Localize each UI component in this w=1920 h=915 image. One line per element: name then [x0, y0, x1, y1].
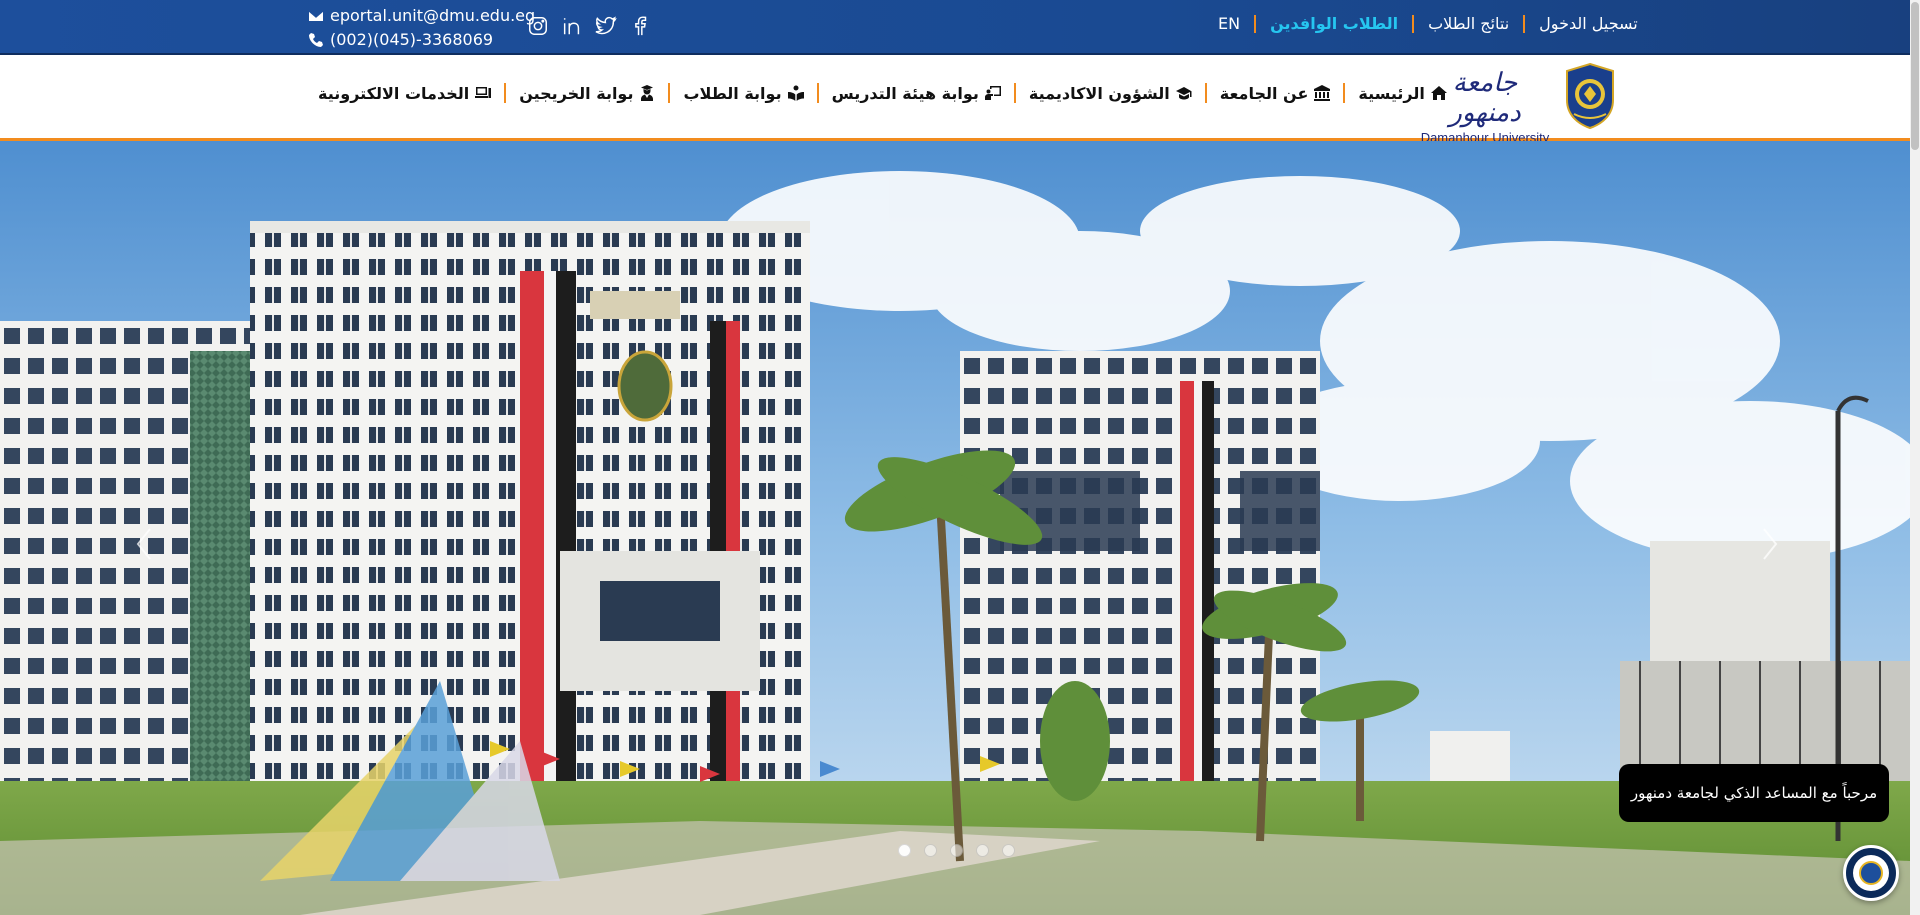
- carousel-dot[interactable]: [1002, 844, 1015, 857]
- chatbot-avatar-icon: [1853, 855, 1889, 891]
- nav-item-faculty-portal[interactable]: بوابة هيئة التدريس: [832, 84, 1001, 103]
- student-results-link[interactable]: نتائج الطلاب: [1428, 14, 1509, 33]
- nav-item-students-portal[interactable]: بوابة الطلاب: [683, 83, 804, 103]
- separator: [1523, 14, 1526, 33]
- separator: [816, 83, 819, 103]
- envelope-icon: [308, 10, 324, 21]
- nav-item-label: بوابة الخريجين: [519, 83, 634, 103]
- carousel-next-button[interactable]: [1750, 519, 1790, 569]
- nav-item-academic-affairs[interactable]: الشؤون الاكاديمية: [1029, 84, 1192, 103]
- page-scrollbar[interactable]: [1910, 0, 1920, 915]
- phone-text: (002)(045)-3368069: [330, 30, 494, 49]
- nav-item-label: بوابة الطلاب: [683, 83, 782, 103]
- separator: [1204, 83, 1207, 103]
- logo-arabic-name: جامعة دمنهور: [1449, 68, 1521, 128]
- laptop-icon: [475, 87, 492, 98]
- nav-item-label: بوابة هيئة التدريس: [831, 83, 979, 103]
- separator: [1254, 14, 1257, 33]
- login-link[interactable]: تسجيل الدخول: [1539, 14, 1638, 33]
- top-bar: eportal.unit@dmu.edu.eg (002)(045)-33680…: [0, 0, 1910, 53]
- nav-item-alumni-portal[interactable]: بوابة الخريجين: [519, 84, 655, 103]
- phone-row[interactable]: (002)(045)-3368069: [308, 28, 535, 52]
- university-icon: [1314, 85, 1331, 101]
- carousel-dot[interactable]: [898, 844, 911, 857]
- phone-icon: [309, 33, 323, 47]
- carousel-dot[interactable]: [976, 844, 989, 857]
- linkedin-icon[interactable]: [560, 13, 584, 39]
- chatbot-greeting[interactable]: مرحباً مع المساعد الذكي لجامعة دمنهور: [1619, 764, 1889, 822]
- language-toggle[interactable]: EN: [1218, 14, 1240, 33]
- nav-item-label: الرئيسية: [1358, 83, 1425, 103]
- scrollbar-thumb[interactable]: [1911, 2, 1919, 150]
- contact-info: eportal.unit@dmu.edu.eg (002)(045)-33680…: [308, 4, 535, 52]
- incoming-students-link[interactable]: الطلاب الوافدين: [1270, 14, 1398, 33]
- carousel-prev-button[interactable]: [124, 519, 164, 569]
- social-links: [526, 13, 652, 39]
- university-seal-icon: [1566, 62, 1614, 130]
- university-logo[interactable]: جامعة دمنهور Damanhour University: [1418, 60, 1618, 145]
- carousel-dot[interactable]: [950, 844, 963, 857]
- nav-item-label: الخدمات الالكترونية: [318, 83, 470, 103]
- user-graduate-icon: [641, 85, 654, 101]
- email-text: eportal.unit@dmu.edu.eg: [330, 6, 536, 25]
- chatbot-launcher-button[interactable]: [1843, 845, 1899, 901]
- top-links: EN الطلاب الوافدين نتائج الطلاب تسجيل ال…: [1218, 14, 1638, 33]
- logo-text: جامعة دمنهور Damanhour University: [1418, 68, 1552, 145]
- book-reader-icon: [787, 85, 804, 101]
- main-nav: الرئيسية عن الجامعة الشؤون الاكاديمية بو…: [318, 83, 1447, 103]
- nav-item-label: عن الجامعة: [1219, 83, 1309, 103]
- email-row[interactable]: eportal.unit@dmu.edu.eg: [308, 4, 535, 28]
- facebook-icon[interactable]: [628, 13, 652, 39]
- separator: [504, 83, 507, 103]
- nav-item-about[interactable]: عن الجامعة: [1220, 84, 1331, 103]
- carousel-dot[interactable]: [924, 844, 937, 857]
- chevron-left-icon: [136, 528, 151, 560]
- main-navbar: الرئيسية عن الجامعة الشؤون الاكاديمية بو…: [0, 53, 1910, 141]
- separator: [1343, 83, 1346, 103]
- carousel-indicators: [898, 844, 1015, 857]
- separator: [1013, 83, 1016, 103]
- separator: [1412, 14, 1415, 33]
- chevron-right-icon: [1763, 528, 1778, 560]
- nav-item-label: الشؤون الاكاديمية: [1028, 83, 1170, 103]
- nav-item-e-services[interactable]: الخدمات الالكترونية: [318, 83, 492, 103]
- separator: [668, 83, 671, 103]
- graduation-cap-icon: [1175, 87, 1192, 100]
- twitter-icon[interactable]: [594, 13, 618, 39]
- chalkboard-teacher-icon: [984, 86, 1001, 100]
- instagram-icon[interactable]: [526, 13, 550, 39]
